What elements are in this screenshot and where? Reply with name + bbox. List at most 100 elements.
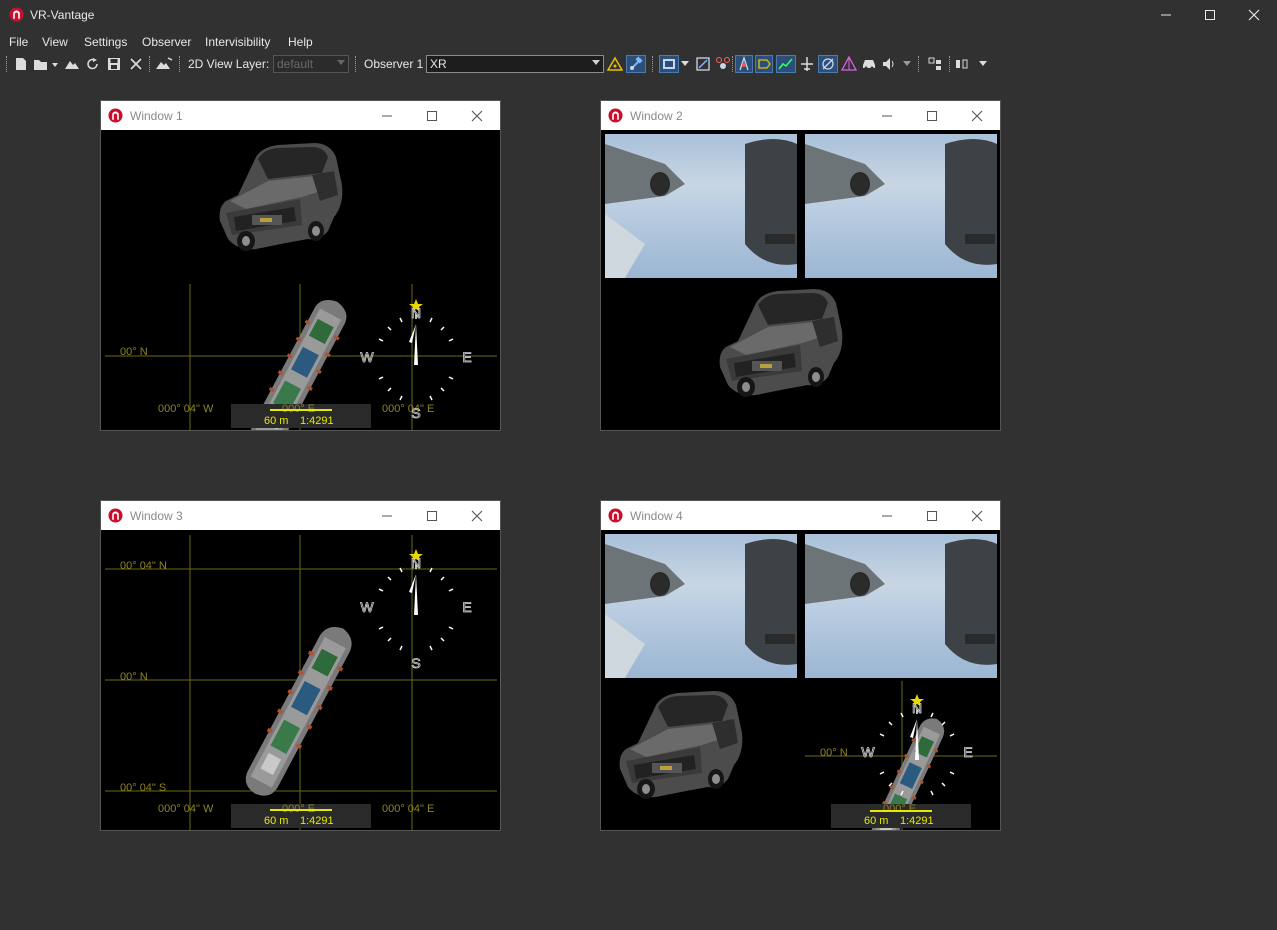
reload-button[interactable]: [85, 55, 101, 73]
window-viewport[interactable]: 00° N 000° 04" W 000° E 000° 04" E 60 m …: [101, 131, 500, 430]
terrain-edit-button[interactable]: [155, 55, 173, 73]
window-minimize-button[interactable]: [364, 101, 410, 130]
observer-tether-button[interactable]: [626, 55, 646, 73]
pyramid-button[interactable]: [840, 55, 858, 73]
camera-view-top-left: [605, 534, 797, 678]
menu-view[interactable]: View: [42, 35, 68, 49]
toolbar-separator: [949, 56, 951, 72]
window-titlebar[interactable]: Window 2: [601, 101, 1000, 130]
close-button[interactable]: [1231, 0, 1277, 30]
map-pane: 00° N 000° E 60 m 1:4291 N E W: [805, 681, 997, 830]
open-button[interactable]: [33, 55, 61, 73]
sensor-button[interactable]: [735, 55, 753, 73]
window-close-button[interactable]: [954, 101, 1000, 130]
window-maximize-button[interactable]: [909, 101, 955, 130]
minimize-icon: [382, 515, 392, 516]
compass-w: W: [861, 744, 875, 760]
window-title: Window 2: [630, 109, 683, 123]
scale-bar-line: [270, 409, 332, 411]
window-logo-icon: [608, 508, 623, 523]
view-layer-value: default: [277, 57, 314, 71]
view-layer-select[interactable]: default: [273, 55, 349, 73]
maximize-button[interactable]: [1187, 0, 1233, 30]
window-minimize-button[interactable]: [864, 101, 910, 130]
window-title: Window 1: [130, 109, 183, 123]
drone-button[interactable]: [714, 55, 732, 73]
window-titlebar[interactable]: Window 1: [101, 101, 500, 130]
toolbar-separator: [652, 56, 654, 72]
save-icon: [108, 58, 120, 70]
menu-settings[interactable]: Settings: [84, 35, 127, 49]
view-window-4[interactable]: Window 4 00° N 000° E 60 m 1:4291 N E W: [600, 500, 1001, 831]
window-close-button[interactable]: [454, 501, 500, 530]
maximize-icon: [427, 110, 437, 121]
aircraft-button[interactable]: [798, 55, 816, 73]
window-maximize-button[interactable]: [909, 501, 955, 530]
lat-label: 00° N: [120, 346, 148, 358]
window-titlebar[interactable]: Window 3: [101, 501, 500, 530]
chevron-down-icon: [337, 60, 345, 65]
tag-button[interactable]: [755, 55, 773, 73]
camera-view-top-right: [805, 534, 997, 678]
observer-value: XR: [430, 57, 447, 71]
lon-label: 000° 04" E: [382, 803, 435, 815]
compass-rose: N E S W: [360, 549, 472, 671]
view-mode-button[interactable]: [659, 55, 679, 73]
crosshair-off-icon: [822, 58, 834, 70]
lat-label: 00° N: [120, 671, 148, 683]
layout-button[interactable]: [953, 55, 971, 73]
toolbar-separator: [918, 56, 920, 72]
sensor-icon: [739, 56, 749, 71]
view-window-3[interactable]: Window 3 00° 04" N 00° N 00° 04" S 000° …: [100, 500, 501, 831]
scale-ratio: 1:4291: [300, 415, 334, 427]
window-minimize-button[interactable]: [364, 501, 410, 530]
window-viewport[interactable]: 00° N 000° E 60 m 1:4291 N E W: [601, 531, 1000, 830]
scale-distance: 60 m: [864, 815, 889, 827]
vehicle-button[interactable]: [860, 55, 878, 73]
new-file-button[interactable]: [13, 55, 29, 73]
menu-observer[interactable]: Observer: [142, 35, 191, 49]
layout-dropdown[interactable]: [976, 55, 990, 73]
minimize-button[interactable]: [1143, 0, 1189, 30]
window-viewport[interactable]: [601, 131, 1000, 430]
mountain-icon: [65, 61, 79, 69]
compass-e: E: [462, 599, 471, 615]
menu-help[interactable]: Help: [288, 35, 313, 49]
graph-button[interactable]: [776, 55, 796, 73]
no-target-button[interactable]: [818, 55, 838, 73]
hierarchy-icon: [928, 57, 941, 70]
vehicle-scene: [805, 139, 997, 265]
window-viewport[interactable]: 00° 04" N 00° N 00° 04" S 000° 04" W 000…: [101, 531, 500, 830]
observer-select[interactable]: XR: [426, 55, 604, 73]
view-mode-dropdown[interactable]: [680, 55, 690, 73]
save-button[interactable]: [106, 55, 122, 73]
menu-intervisibility[interactable]: Intervisibility: [205, 35, 270, 49]
sound-dropdown[interactable]: [901, 55, 913, 73]
window-titlebar[interactable]: Window 4: [601, 501, 1000, 530]
observer-warning-button[interactable]: [606, 55, 624, 73]
minimize-icon: [882, 515, 892, 516]
window-logo-icon: [108, 508, 123, 523]
menu-file[interactable]: File: [9, 35, 28, 49]
sound-button[interactable]: [880, 55, 898, 73]
view-window-1[interactable]: Window 1 00° N 000° 04" W 000° E 000° 04…: [100, 100, 501, 431]
compass-e: E: [462, 349, 471, 365]
hierarchy-button[interactable]: [926, 55, 944, 73]
toolbar-separator: [355, 56, 357, 72]
pyramid-icon: [841, 56, 857, 71]
compass-w: W: [360, 349, 374, 365]
close-scenario-button[interactable]: [128, 55, 144, 73]
window-minimize-button[interactable]: [864, 501, 910, 530]
app-titlebar: VR-Vantage: [0, 0, 1277, 30]
fit-view-button[interactable]: [694, 55, 712, 73]
window-maximize-button[interactable]: [409, 501, 455, 530]
lat-label: 00° 04" N: [120, 560, 167, 572]
view-window-2[interactable]: Window 2: [600, 100, 1001, 431]
window-close-button[interactable]: [954, 501, 1000, 530]
close-icon: [971, 110, 983, 121]
window-close-button[interactable]: [454, 101, 500, 130]
window-maximize-button[interactable]: [409, 101, 455, 130]
line-graph-icon: [778, 58, 793, 70]
terrain-button[interactable]: [63, 55, 81, 73]
fit-view-icon: [696, 57, 710, 71]
